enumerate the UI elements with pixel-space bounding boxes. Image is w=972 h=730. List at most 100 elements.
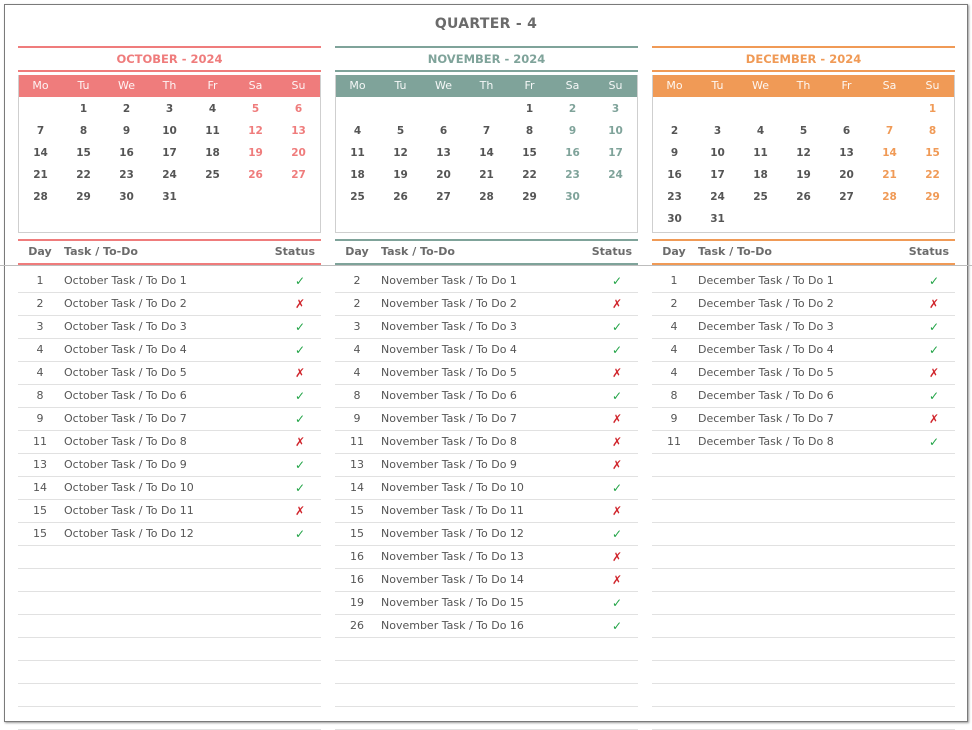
task-row[interactable]: 11 November Task / To Do 8 ✗: [335, 431, 638, 454]
empty-task-row[interactable]: [18, 638, 321, 661]
cross-mark-icon[interactable]: ✗: [295, 500, 305, 522]
check-mark-icon[interactable]: ✓: [295, 454, 305, 476]
calendar-day[interactable]: 26: [379, 186, 422, 208]
calendar-day[interactable]: 7: [19, 120, 62, 142]
task-text[interactable]: November Task / To Do 1: [381, 270, 517, 292]
task-text[interactable]: November Task / To Do 4: [381, 339, 517, 361]
task-text[interactable]: December Task / To Do 3: [698, 316, 834, 338]
cross-mark-icon[interactable]: ✗: [295, 431, 305, 453]
task-text[interactable]: October Task / To Do 8: [64, 431, 187, 453]
task-row[interactable]: 15 October Task / To Do 11 ✗: [18, 500, 321, 523]
calendar-day[interactable]: 20: [277, 142, 320, 164]
calendar-day[interactable]: 15: [508, 142, 551, 164]
cross-mark-icon[interactable]: ✗: [612, 293, 622, 315]
empty-task-row[interactable]: [652, 500, 955, 523]
task-text[interactable]: October Task / To Do 7: [64, 408, 187, 430]
cross-mark-icon[interactable]: ✗: [295, 362, 305, 384]
check-mark-icon[interactable]: ✓: [295, 408, 305, 430]
task-row[interactable]: 8 December Task / To Do 6 ✓: [652, 385, 955, 408]
task-text[interactable]: October Task / To Do 9: [64, 454, 187, 476]
task-text[interactable]: November Task / To Do 14: [381, 569, 524, 591]
empty-task-row[interactable]: [652, 707, 955, 730]
task-row[interactable]: 2 November Task / To Do 1 ✓: [335, 270, 638, 293]
task-row[interactable]: 9 October Task / To Do 7 ✓: [18, 408, 321, 431]
calendar-day[interactable]: 17: [148, 142, 191, 164]
calendar-day[interactable]: 10: [696, 142, 739, 164]
check-mark-icon[interactable]: ✓: [295, 477, 305, 499]
check-mark-icon[interactable]: ✓: [612, 270, 622, 292]
calendar-day[interactable]: 11: [739, 142, 782, 164]
task-row[interactable]: 15 November Task / To Do 12 ✓: [335, 523, 638, 546]
task-text[interactable]: December Task / To Do 6: [698, 385, 834, 407]
calendar-day[interactable]: 24: [148, 164, 191, 186]
task-text[interactable]: November Task / To Do 5: [381, 362, 517, 384]
task-row[interactable]: 3 October Task / To Do 3 ✓: [18, 316, 321, 339]
cross-mark-icon[interactable]: ✗: [612, 431, 622, 453]
cross-mark-icon[interactable]: ✗: [612, 454, 622, 476]
task-text[interactable]: November Task / To Do 12: [381, 523, 524, 545]
calendar-day[interactable]: 5: [234, 98, 277, 120]
task-row[interactable]: 4 November Task / To Do 4 ✓: [335, 339, 638, 362]
task-row[interactable]: 4 December Task / To Do 3 ✓: [652, 316, 955, 339]
calendar-day[interactable]: 29: [911, 186, 954, 208]
calendar-day[interactable]: 31: [696, 208, 739, 230]
calendar-day[interactable]: 20: [422, 164, 465, 186]
task-text[interactable]: October Task / To Do 5: [64, 362, 187, 384]
calendar-day[interactable]: 27: [825, 186, 868, 208]
check-mark-icon[interactable]: ✓: [929, 431, 939, 453]
calendar-day[interactable]: 22: [911, 164, 954, 186]
calendar-day[interactable]: 30: [105, 186, 148, 208]
task-text[interactable]: November Task / To Do 2: [381, 293, 517, 315]
task-text[interactable]: November Task / To Do 11: [381, 500, 524, 522]
task-text[interactable]: December Task / To Do 2: [698, 293, 834, 315]
calendar-day[interactable]: 31: [148, 186, 191, 208]
calendar-day[interactable]: 6: [825, 120, 868, 142]
calendar-day[interactable]: 24: [696, 186, 739, 208]
task-text[interactable]: December Task / To Do 8: [698, 431, 834, 453]
empty-task-row[interactable]: [335, 707, 638, 730]
task-row[interactable]: 9 November Task / To Do 7 ✗: [335, 408, 638, 431]
check-mark-icon[interactable]: ✓: [295, 385, 305, 407]
task-row[interactable]: 16 November Task / To Do 13 ✗: [335, 546, 638, 569]
calendar-day[interactable]: 25: [191, 164, 234, 186]
calendar-day[interactable]: 11: [336, 142, 379, 164]
calendar-day[interactable]: 28: [19, 186, 62, 208]
calendar-day[interactable]: 9: [653, 142, 696, 164]
task-row[interactable]: 16 November Task / To Do 14 ✗: [335, 569, 638, 592]
check-mark-icon[interactable]: ✓: [612, 592, 622, 614]
task-text[interactable]: November Task / To Do 9: [381, 454, 517, 476]
calendar-day[interactable]: 28: [868, 186, 911, 208]
calendar-day[interactable]: 10: [148, 120, 191, 142]
calendar-day[interactable]: 19: [379, 164, 422, 186]
task-text[interactable]: November Task / To Do 3: [381, 316, 517, 338]
calendar-day[interactable]: 16: [551, 142, 594, 164]
calendar-day[interactable]: 24: [594, 164, 637, 186]
task-text[interactable]: November Task / To Do 7: [381, 408, 517, 430]
task-text[interactable]: October Task / To Do 2: [64, 293, 187, 315]
task-row[interactable]: 2 December Task / To Do 2 ✗: [652, 293, 955, 316]
calendar-day[interactable]: 21: [19, 164, 62, 186]
calendar-day[interactable]: 3: [696, 120, 739, 142]
calendar-day[interactable]: 8: [508, 120, 551, 142]
task-row[interactable]: 15 October Task / To Do 12 ✓: [18, 523, 321, 546]
empty-task-row[interactable]: [652, 661, 955, 684]
calendar-day[interactable]: 2: [653, 120, 696, 142]
calendar-day[interactable]: 16: [105, 142, 148, 164]
calendar-day[interactable]: 23: [653, 186, 696, 208]
empty-task-row[interactable]: [18, 661, 321, 684]
empty-task-row[interactable]: [652, 523, 955, 546]
calendar-day[interactable]: 25: [739, 186, 782, 208]
cross-mark-icon[interactable]: ✗: [929, 293, 939, 315]
calendar-day[interactable]: 18: [336, 164, 379, 186]
cross-mark-icon[interactable]: ✗: [295, 293, 305, 315]
task-row[interactable]: 15 November Task / To Do 11 ✗: [335, 500, 638, 523]
task-text[interactable]: December Task / To Do 7: [698, 408, 834, 430]
task-row[interactable]: 2 October Task / To Do 2 ✗: [18, 293, 321, 316]
task-text[interactable]: October Task / To Do 3: [64, 316, 187, 338]
calendar-day[interactable]: 22: [62, 164, 105, 186]
calendar-day[interactable]: 4: [739, 120, 782, 142]
empty-task-row[interactable]: [18, 569, 321, 592]
empty-task-row[interactable]: [652, 684, 955, 707]
empty-task-row[interactable]: [652, 638, 955, 661]
task-text[interactable]: October Task / To Do 4: [64, 339, 187, 361]
